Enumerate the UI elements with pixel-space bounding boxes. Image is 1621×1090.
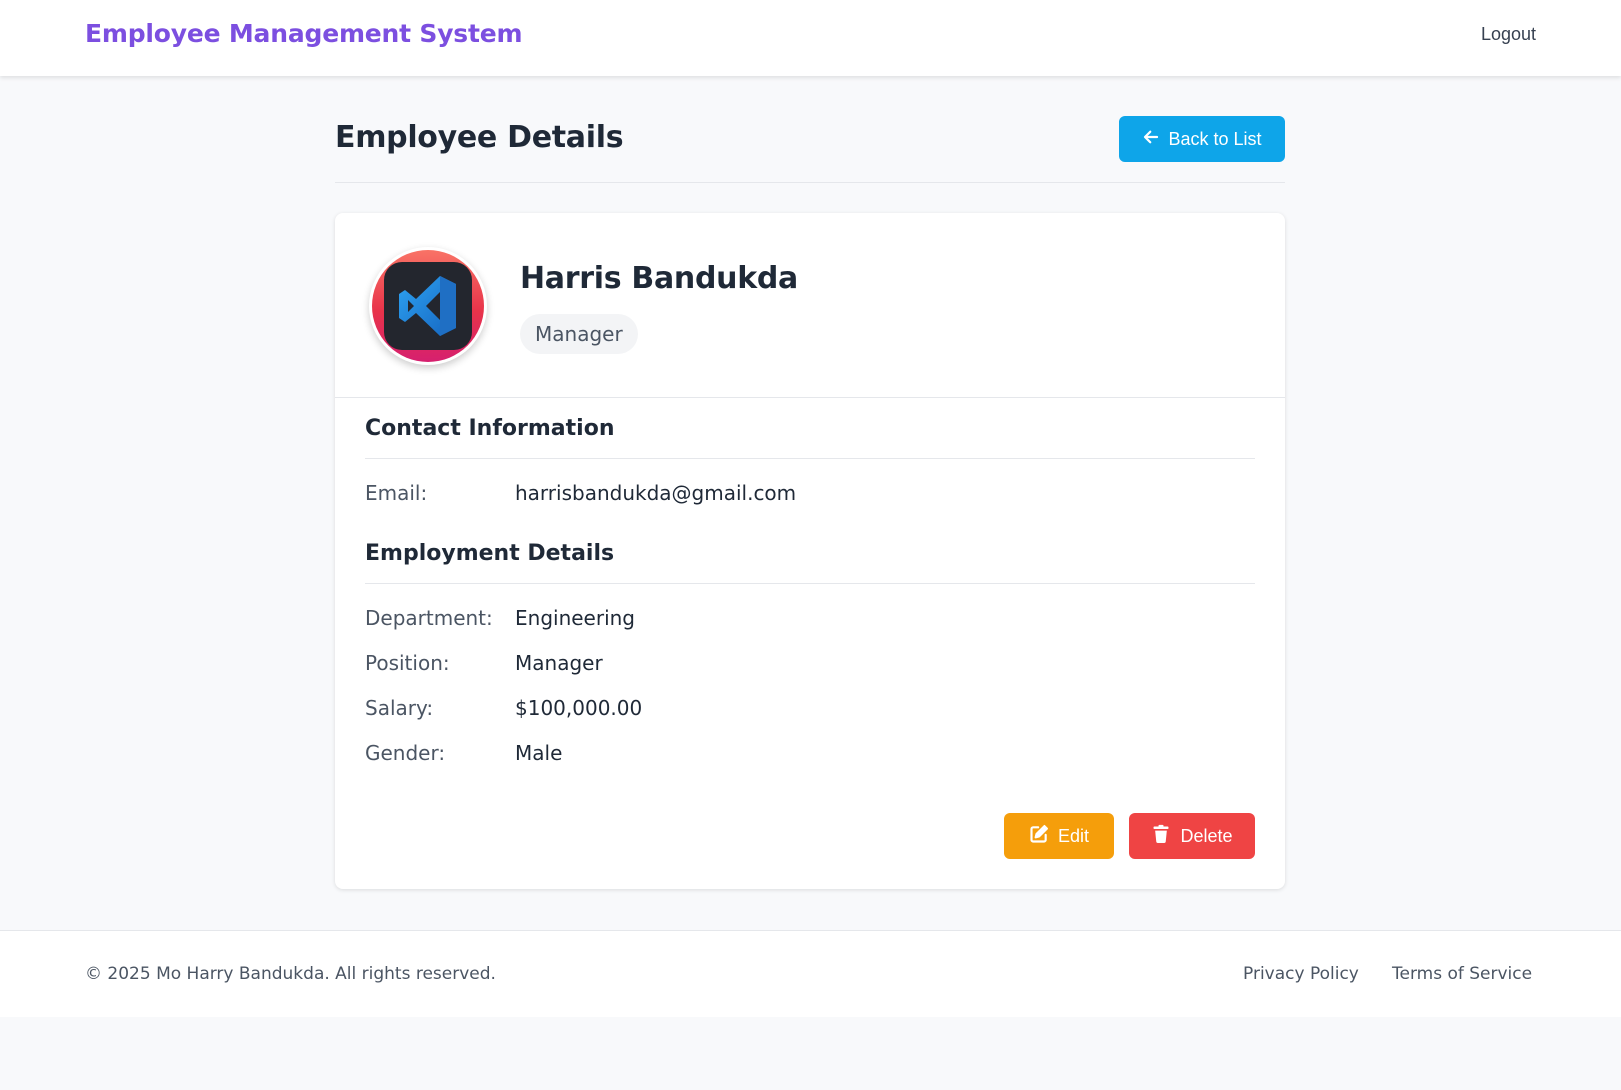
employment-section-divider — [365, 583, 1255, 584]
terms-of-service-link[interactable]: Terms of Service — [1392, 964, 1532, 984]
vscode-logo-icon — [372, 250, 484, 362]
contact-section-divider — [365, 458, 1255, 459]
header-divider — [335, 182, 1285, 183]
back-to-list-label: Back to List — [1168, 128, 1262, 149]
employee-name: Harris Bandukda — [520, 261, 798, 296]
delete-button[interactable]: Delete — [1129, 813, 1255, 859]
email-label: Email: — [365, 481, 428, 505]
position-value: Manager — [515, 651, 603, 675]
arrow-left-icon — [1142, 128, 1160, 151]
position-label: Position: — [365, 651, 450, 675]
email-value: harrisbandukda@gmail.com — [515, 481, 797, 505]
trash-icon — [1151, 824, 1171, 849]
avatar — [369, 247, 487, 365]
edit-label: Edit — [1057, 825, 1090, 846]
edit-icon — [1029, 824, 1049, 849]
footer: © 2025 Mo Harry Bandukda. All rights res… — [0, 930, 1621, 1017]
privacy-policy-link[interactable]: Privacy Policy — [1243, 964, 1359, 984]
navbar: Employee Management System Logout — [0, 0, 1621, 76]
back-to-list-button[interactable]: Back to List — [1119, 116, 1285, 162]
delete-label: Delete — [1180, 825, 1233, 846]
department-label: Department: — [365, 606, 493, 630]
role-badge: Manager — [520, 314, 638, 354]
salary-label: Salary: — [365, 696, 434, 720]
contact-section-title: Contact Information — [365, 416, 615, 441]
logout-link[interactable]: Logout — [1481, 24, 1536, 45]
employee-card: Harris Bandukda Manager Contact Informat… — [335, 213, 1285, 889]
department-value: Engineering — [515, 606, 635, 630]
page-title: Employee Details — [335, 120, 624, 155]
salary-value: $100,000.00 — [515, 696, 643, 720]
gender-value: Male — [515, 741, 563, 765]
gender-label: Gender: — [365, 741, 446, 765]
employment-section-title: Employment Details — [365, 541, 615, 566]
brand-title[interactable]: Employee Management System — [85, 19, 523, 48]
copyright-text: © 2025 Mo Harry Bandukda. All rights res… — [85, 964, 496, 984]
edit-button[interactable]: Edit — [1004, 813, 1114, 859]
employee-card-header: Harris Bandukda Manager — [335, 213, 1285, 398]
